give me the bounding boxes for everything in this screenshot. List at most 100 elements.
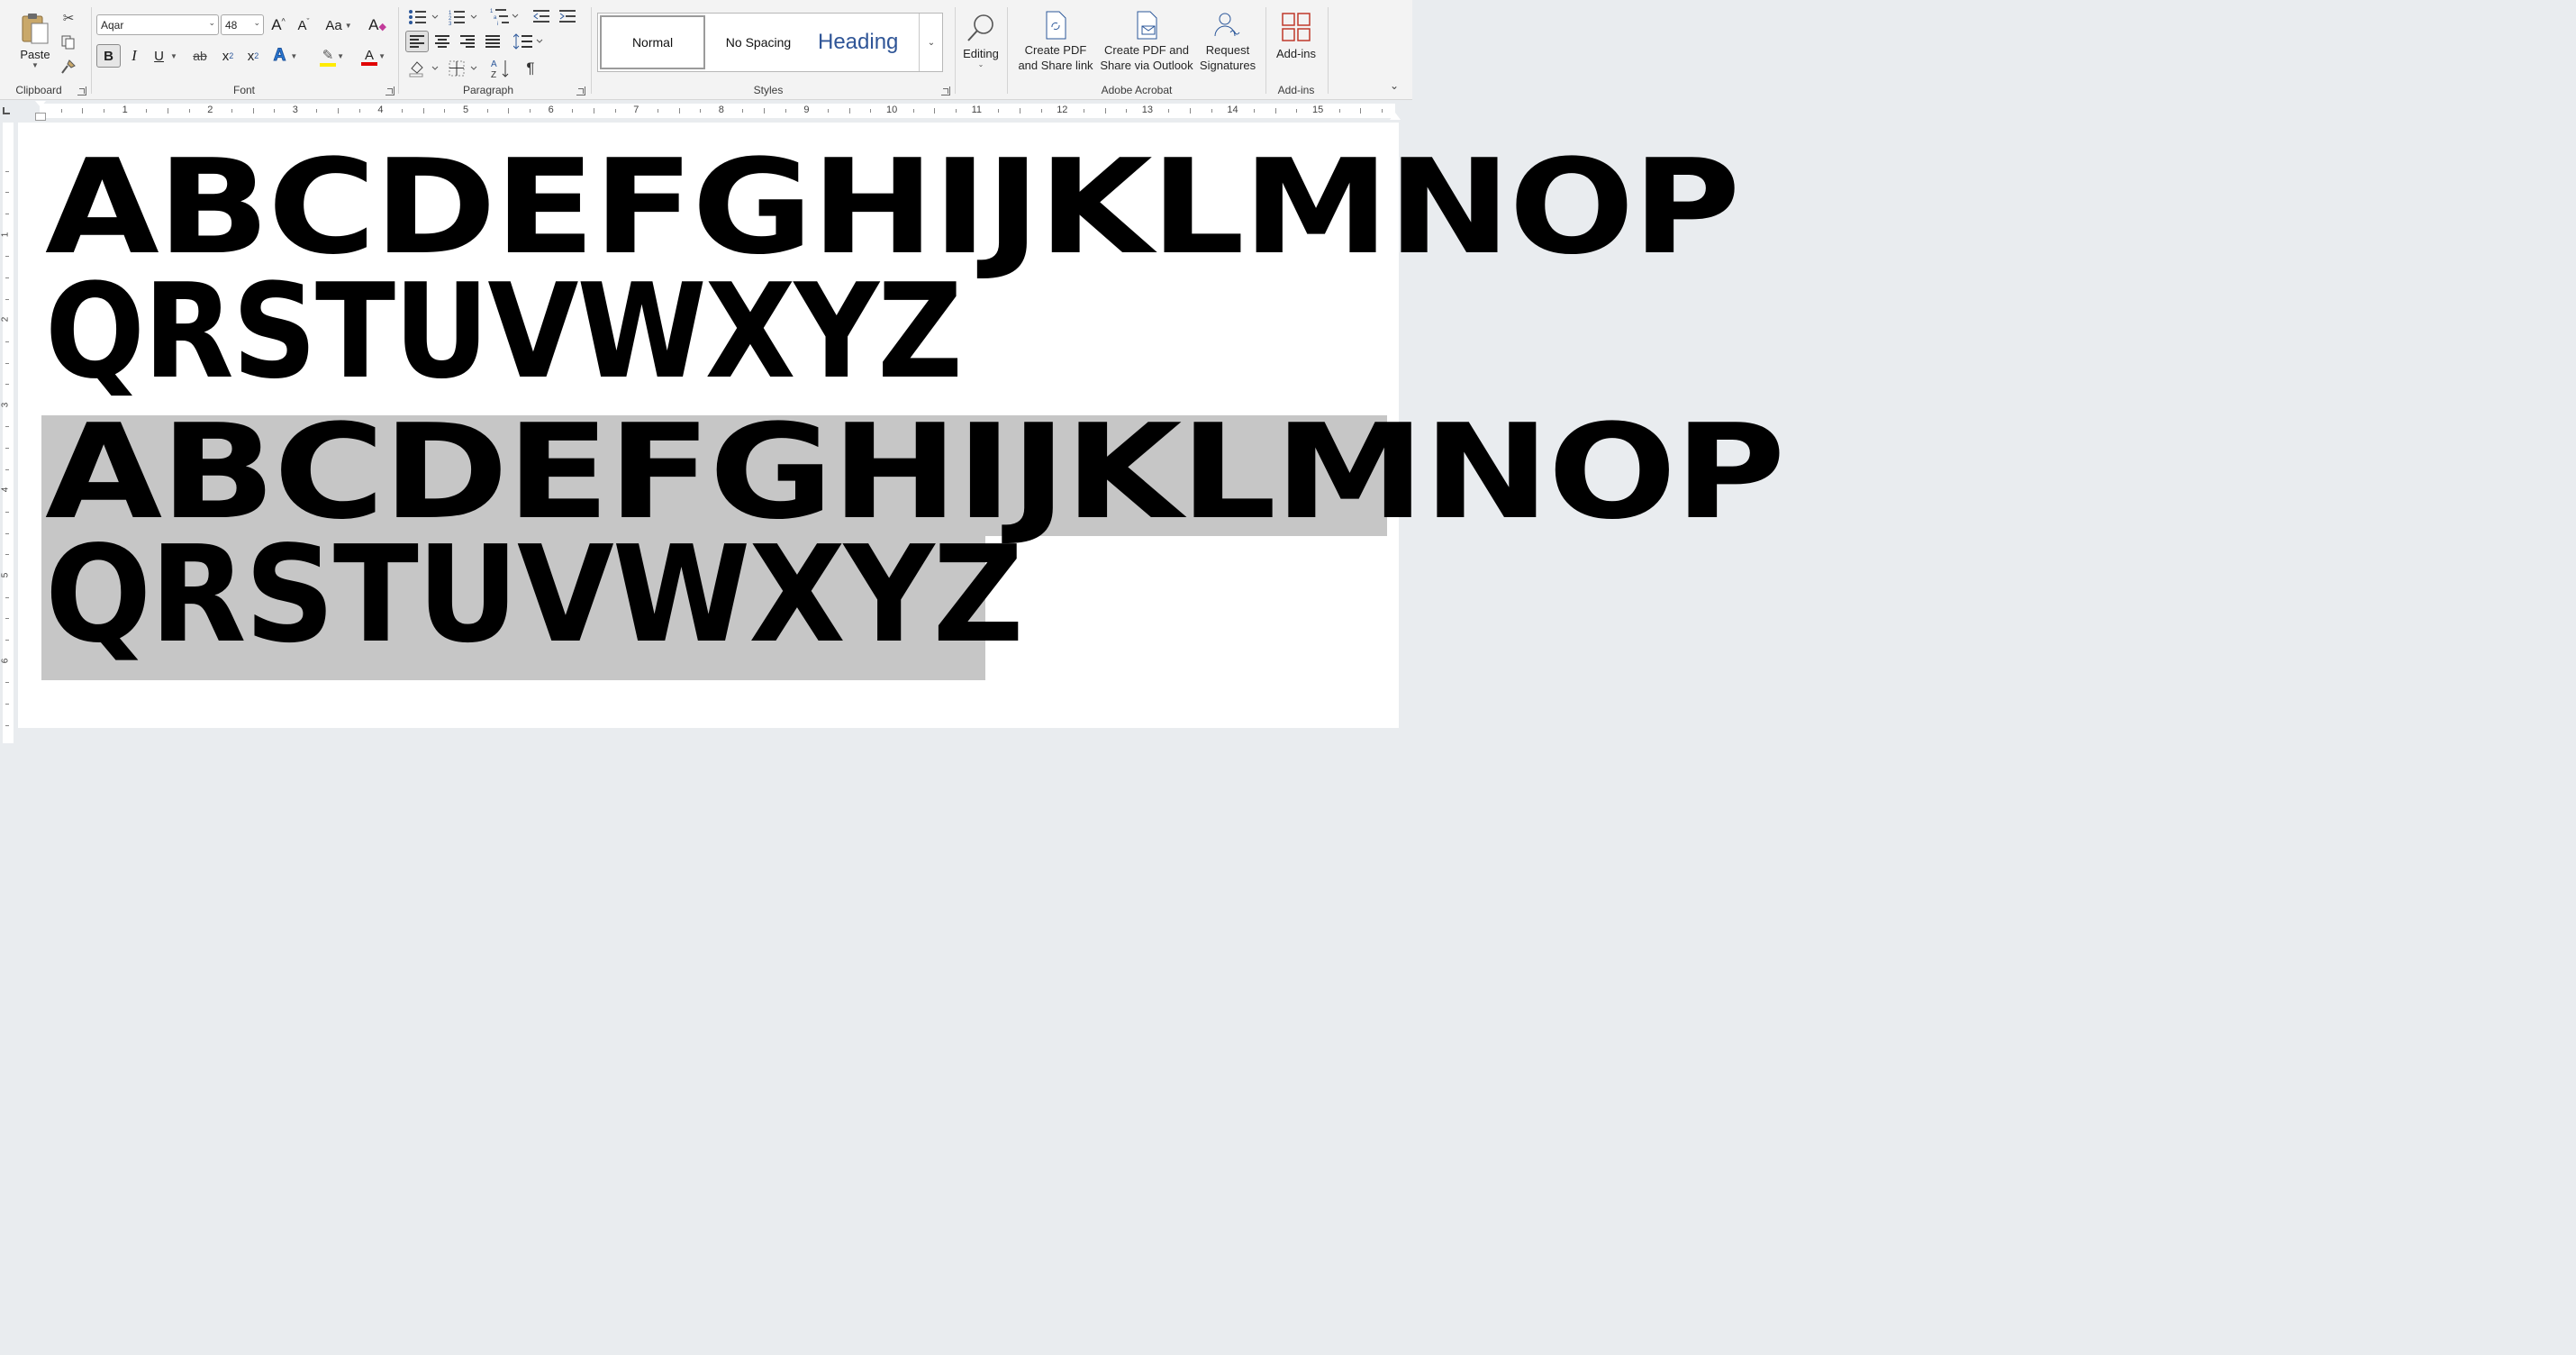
font-size-combo[interactable]: 48 ⌄ [221,14,264,35]
highlight-button[interactable]: ✎ ▼ [312,45,344,68]
copy-button[interactable] [59,33,77,51]
paragraph-launcher-icon[interactable] [576,86,585,95]
ruler-tick [358,109,360,113]
style-heading[interactable]: Heading [811,15,915,69]
strikethrough-button[interactable]: ab [189,45,211,67]
chevron-down-icon: ⌄ [927,37,936,48]
align-right-icon[interactable] [460,35,475,48]
italic-label: I [132,47,137,64]
hanging-indent-marker[interactable] [35,113,46,121]
text-line-2[interactable]: QRSTUVWXYZ [45,267,963,397]
styles-more-button[interactable]: ⌄ [919,14,943,71]
create-pdf-share-link-line1: Create PDF [1024,42,1087,57]
right-indent-marker[interactable] [1390,113,1401,120]
pdf-link-icon [1046,11,1066,39]
copy-icon [61,35,75,50]
styles-launcher-icon[interactable] [941,86,950,95]
underline-button[interactable]: U ▼ [150,45,182,67]
horizontal-ruler: 1 2 3 4 5 6 7 8 9 10 11 12 13 14 15 [0,100,1412,123]
increase-indent-icon[interactable] [559,9,576,23]
ruler-tick [614,109,616,113]
first-line-indent-marker[interactable] [35,101,46,107]
font-group-label: Font [232,84,255,96]
strikethrough-label: ab [193,49,207,63]
style-no-spacing[interactable]: No Spacing [708,15,809,69]
clipboard-launcher-icon[interactable] [77,86,86,95]
justify-icon[interactable] [485,35,500,48]
sort-icon[interactable]: A Z [491,58,511,79]
vertical-ruler-tick [5,448,9,450]
chevron-down-icon: ▼ [344,21,352,30]
text-line-4[interactable]: QRSTUVWXYZ [45,528,1024,661]
create-pdf-outlook-button[interactable]: Create PDF and Share via Outlook [1099,7,1194,76]
numbering-icon[interactable]: 123 [449,9,481,25]
multilevel-list-icon[interactable]: 1ai [490,7,522,25]
style-normal[interactable]: Normal [600,15,705,69]
vertical-ruler-number: 4 [0,487,11,493]
cut-button[interactable]: ✂ [59,9,77,27]
bold-button[interactable]: B [96,44,121,68]
shrink-font-button[interactable]: Aˇ [294,14,313,36]
chevron-down-icon: ▼ [169,51,177,60]
superscript-button[interactable]: x2 [243,45,263,67]
bullets-icon[interactable] [408,9,440,25]
ruler-tick [1104,108,1106,114]
ruler-strip [40,104,1395,118]
paste-button[interactable]: Paste ▼ [13,7,58,74]
text-line-1[interactable]: ABCDEFGHIJKLMNOP [45,142,1740,273]
ribbon: Paste ▼ ✂ Clipboard Aqar ⌄ 48 ⌄ A^ Aˇ Aa… [0,0,1412,100]
ruler-number: 14 [1227,105,1238,115]
scissors-icon: ✂ [62,11,75,26]
ruler-tick [1296,109,1298,113]
font-name-combo[interactable]: Aqar ⌄ [96,14,219,35]
subscript-button[interactable]: x2 [218,45,238,67]
clear-formatting-icon: A◆ [368,16,386,33]
vertical-ruler-tick [5,682,9,684]
clear-formatting-button[interactable]: A◆ [367,14,387,36]
grow-font-icon: A^ [271,16,286,33]
document-page[interactable]: ABCDEFGHIJKLMNOP QRSTUVWXYZ ABCDEFGHIJKL… [18,123,1785,728]
paragraph-group-label: Paragraph [462,84,514,96]
ruler-tick [742,109,744,113]
editing-button[interactable]: Editing ⌄ [958,5,1003,76]
ruler-tick [508,108,510,114]
ruler-tick [955,109,957,113]
vertical-ruler-tick [5,298,9,300]
font-size-value: 48 [225,18,238,32]
ruler-tick [1190,108,1192,114]
ruler-tick [934,108,936,114]
borders-icon[interactable] [449,59,481,77]
ruler-tick [1168,109,1170,113]
svg-text:1: 1 [490,9,494,14]
ruler-tick [486,109,488,113]
chevron-down-icon: ⌄ [977,60,984,68]
style-no-spacing-label: No Spacing [725,35,792,50]
ruler-tick [848,108,850,114]
italic-button[interactable]: I [124,45,144,67]
paste-icon [22,14,49,44]
line-spacing-icon[interactable] [513,33,546,50]
tab-selector-icon[interactable] [3,107,10,114]
vertical-ruler-tick [5,170,9,172]
shading-icon[interactable] [408,59,440,77]
text-effects-button[interactable]: A ▼ [270,45,301,67]
format-painter-button[interactable] [59,58,77,76]
vertical-ruler-number: 1 [0,232,11,237]
grow-font-button[interactable]: A^ [268,14,288,36]
request-signatures-button[interactable]: Request Signatures [1196,7,1259,76]
align-center-icon[interactable] [435,35,449,48]
font-color-button[interactable]: A ▼ [353,45,385,68]
font-launcher-icon[interactable] [385,86,395,95]
addins-button[interactable]: Add-ins [1270,7,1322,65]
create-pdf-share-link-button[interactable]: Create PDF and Share link [1012,7,1099,76]
chevron-down-icon: ▼ [290,51,298,60]
change-case-button[interactable]: Aa ▼ [322,14,355,36]
collapse-ribbon-button[interactable]: ⌄ [1385,77,1403,94]
show-formatting-button[interactable]: ¶ [521,58,540,79]
align-left-button[interactable] [405,31,429,52]
decrease-indent-icon[interactable] [533,9,549,23]
ruler-tick [252,108,254,114]
styles-group-label: Styles [753,84,784,96]
ruler-tick [828,109,830,113]
font-color-icon: A [364,47,374,63]
